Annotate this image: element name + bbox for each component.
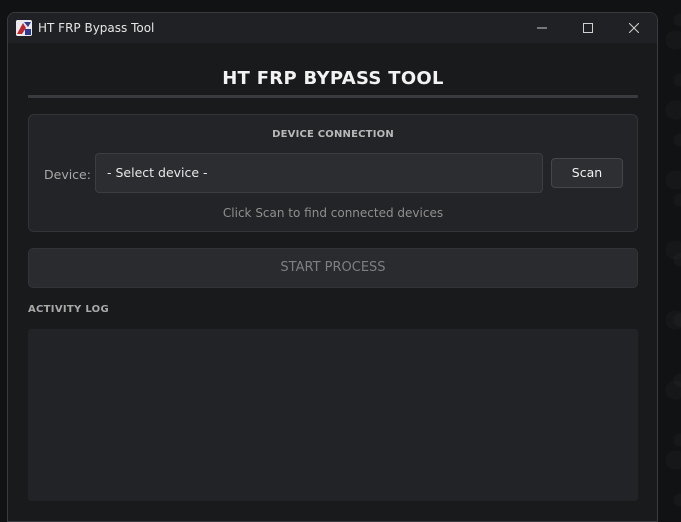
device-label: Device: bbox=[44, 167, 91, 182]
start-process-button[interactable]: START PROCESS bbox=[28, 248, 638, 288]
title-bar[interactable]: HT FRP Bypass Tool bbox=[8, 13, 657, 43]
activity-log-label: ACTIVITY LOG bbox=[28, 304, 109, 315]
maximize-button[interactable] bbox=[565, 13, 611, 43]
window-title: HT FRP Bypass Tool bbox=[38, 21, 155, 35]
heading-divider bbox=[28, 95, 638, 98]
main-content: HT FRP BYPASS TOOL DEVICE CONNECTION Dev… bbox=[28, 43, 638, 501]
minimize-button[interactable] bbox=[519, 13, 565, 43]
app-logo-icon bbox=[16, 20, 32, 36]
device-connection-title: DEVICE CONNECTION bbox=[272, 129, 394, 140]
window-controls bbox=[519, 13, 657, 43]
scan-button[interactable]: Scan bbox=[551, 158, 623, 188]
scan-hint: Click Scan to find connected devices bbox=[222, 206, 444, 220]
maximize-icon bbox=[583, 23, 593, 33]
device-select[interactable]: - Select device - bbox=[95, 153, 543, 193]
close-button[interactable] bbox=[611, 13, 657, 43]
close-icon bbox=[629, 23, 639, 33]
app-window: HT FRP Bypass Tool HT FRP BYPASS TOOL DE… bbox=[7, 12, 658, 522]
activity-log-area[interactable] bbox=[28, 329, 638, 501]
app-heading: HT FRP BYPASS TOOL bbox=[222, 68, 444, 89]
minimize-icon bbox=[537, 27, 547, 29]
device-connection-card: DEVICE CONNECTION Device: - Select devic… bbox=[28, 114, 638, 232]
